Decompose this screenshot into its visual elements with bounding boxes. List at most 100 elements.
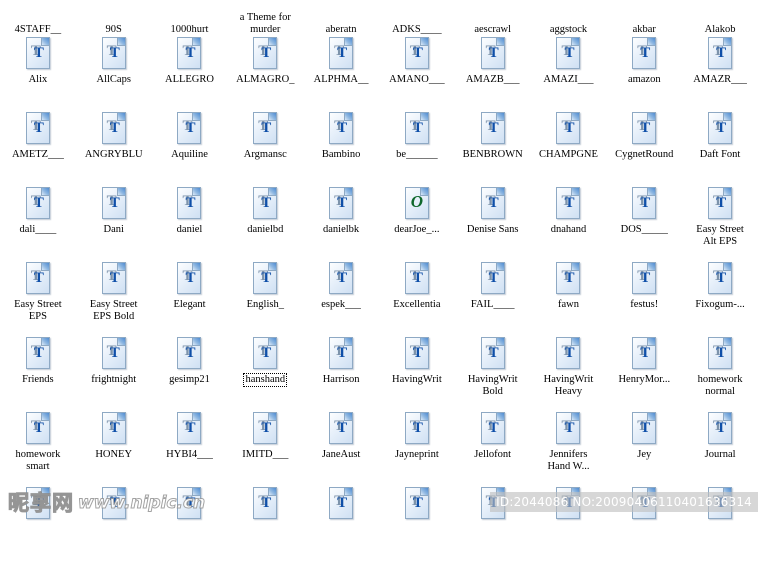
truetype-font-icon[interactable]: TT (23, 487, 53, 522)
file-item[interactable]: TT ANGRYBLU (76, 112, 152, 187)
file-item[interactable]: TT Jey (606, 412, 682, 487)
file-item[interactable]: TT1000hurt (152, 0, 228, 37)
file-item[interactable]: TT Jennifers Hand W... (531, 412, 607, 487)
truetype-font-icon[interactable]: TT (250, 487, 280, 522)
file-item[interactable]: TT (379, 487, 455, 562)
file-item[interactable]: TT Easy Street EPS (0, 262, 76, 337)
truetype-font-icon[interactable]: TT (478, 187, 508, 222)
truetype-font-icon[interactable]: TT (478, 112, 508, 147)
file-item[interactable]: TT gesimp21 (152, 337, 228, 412)
truetype-font-icon[interactable]: TT (99, 487, 129, 522)
truetype-font-icon[interactable]: TT (23, 112, 53, 147)
file-item[interactable]: TT Easy Street Alt EPS (682, 187, 758, 262)
file-icon-grid[interactable]: TT4STAFF__TT90STT1000hurtTTa Theme for m… (0, 0, 758, 562)
truetype-font-icon[interactable]: TT (553, 487, 583, 522)
truetype-font-icon[interactable]: TT (23, 412, 53, 447)
truetype-font-icon[interactable]: TT (478, 412, 508, 447)
file-item[interactable]: TT90S (76, 0, 152, 37)
truetype-font-icon[interactable]: TT (23, 262, 53, 297)
file-item[interactable]: TT Dani (76, 187, 152, 262)
file-item[interactable]: TT DOS_____ (606, 187, 682, 262)
truetype-font-icon[interactable]: TT (402, 487, 432, 522)
truetype-font-icon[interactable]: TT (629, 112, 659, 147)
file-item[interactable]: TT AMETZ___ (0, 112, 76, 187)
truetype-font-icon[interactable]: TT (478, 262, 508, 297)
file-item[interactable]: TT homework normal (682, 337, 758, 412)
truetype-font-icon[interactable]: TT (629, 487, 659, 522)
truetype-font-icon[interactable]: TT (326, 337, 356, 372)
file-item[interactable]: TTaescrawl (455, 0, 531, 37)
truetype-font-icon[interactable]: TT (250, 187, 280, 222)
truetype-font-icon[interactable]: TT (629, 337, 659, 372)
file-item[interactable]: TT espek___ (303, 262, 379, 337)
file-item[interactable]: TT ALLEGRO (152, 37, 228, 112)
file-item[interactable]: OdearJoe_... (379, 187, 455, 262)
file-item[interactable]: TTakbar (606, 0, 682, 37)
file-item[interactable]: TT AMANO___ (379, 37, 455, 112)
file-item[interactable]: TT amazon (606, 37, 682, 112)
file-item[interactable]: TT Denise Sans (455, 187, 531, 262)
file-item[interactable]: TT Argmansc (227, 112, 303, 187)
file-item[interactable]: TTaberatn (303, 0, 379, 37)
file-item[interactable]: TT ALMAGRO_ (227, 37, 303, 112)
file-item[interactable]: TT Excellentia (379, 262, 455, 337)
file-item[interactable]: TT HavingWrit (379, 337, 455, 412)
truetype-font-icon[interactable]: TT (478, 337, 508, 372)
file-item[interactable]: TT ALPHMA__ (303, 37, 379, 112)
truetype-font-icon[interactable]: TT (250, 112, 280, 147)
file-item[interactable]: TT dnahand (531, 187, 607, 262)
truetype-font-icon[interactable]: TT (174, 187, 204, 222)
truetype-font-icon[interactable]: TT (478, 487, 508, 522)
file-item[interactable]: TT CygnetRound (606, 112, 682, 187)
truetype-font-icon[interactable]: TT (705, 187, 735, 222)
truetype-font-icon[interactable]: TT (629, 262, 659, 297)
truetype-font-icon[interactable]: TT (23, 337, 53, 372)
truetype-font-icon[interactable]: TT (326, 487, 356, 522)
truetype-font-icon[interactable]: TT (174, 337, 204, 372)
opentype-font-icon[interactable]: O (402, 187, 432, 222)
file-item[interactable]: TT HavingWrit Bold (455, 337, 531, 412)
truetype-font-icon[interactable]: TT (553, 187, 583, 222)
truetype-font-icon[interactable]: TT (705, 337, 735, 372)
truetype-font-icon[interactable]: TT (553, 262, 583, 297)
truetype-font-icon[interactable]: TT (326, 112, 356, 147)
truetype-font-icon[interactable]: TT (174, 37, 204, 72)
truetype-font-icon[interactable]: TT (174, 487, 204, 522)
truetype-font-icon[interactable]: TT (705, 487, 735, 522)
truetype-font-icon[interactable]: TT (705, 37, 735, 72)
truetype-font-icon[interactable]: TT (553, 412, 583, 447)
file-item[interactable]: TT be______ (379, 112, 455, 187)
file-item[interactable]: TT CHAMPGNE (531, 112, 607, 187)
file-item[interactable]: TT JaneAust (303, 412, 379, 487)
truetype-font-icon[interactable]: TT (174, 112, 204, 147)
truetype-font-icon[interactable]: TT (629, 412, 659, 447)
file-item[interactable]: TT (76, 487, 152, 562)
file-item[interactable]: TT Alix (0, 37, 76, 112)
file-item[interactable]: TT daniel (152, 187, 228, 262)
file-item[interactable]: TT Daft Font (682, 112, 758, 187)
file-item[interactable]: TT (531, 487, 607, 562)
file-item[interactable]: TT (682, 487, 758, 562)
truetype-font-icon[interactable]: TT (402, 112, 432, 147)
file-item[interactable]: TT hanshand (227, 337, 303, 412)
truetype-font-icon[interactable]: TT (174, 262, 204, 297)
file-item[interactable]: TT Jayneprint (379, 412, 455, 487)
file-item[interactable]: TT (303, 487, 379, 562)
truetype-font-icon[interactable]: TT (99, 187, 129, 222)
truetype-font-icon[interactable]: TT (23, 187, 53, 222)
file-item[interactable]: TT Elegant (152, 262, 228, 337)
truetype-font-icon[interactable]: TT (23, 37, 53, 72)
truetype-font-icon[interactable]: TT (705, 262, 735, 297)
file-item[interactable]: TTAlakob (682, 0, 758, 37)
file-item[interactable]: TT festus! (606, 262, 682, 337)
truetype-font-icon[interactable]: TT (553, 37, 583, 72)
truetype-font-icon[interactable]: TT (250, 37, 280, 72)
file-item[interactable]: TT fawn (531, 262, 607, 337)
file-item[interactable]: TT Harrison (303, 337, 379, 412)
file-item[interactable]: TT Bambino (303, 112, 379, 187)
truetype-font-icon[interactable]: TT (250, 262, 280, 297)
truetype-font-icon[interactable]: TT (174, 412, 204, 447)
truetype-font-icon[interactable]: TT (99, 37, 129, 72)
truetype-font-icon[interactable]: TT (99, 112, 129, 147)
truetype-font-icon[interactable]: TT (99, 337, 129, 372)
